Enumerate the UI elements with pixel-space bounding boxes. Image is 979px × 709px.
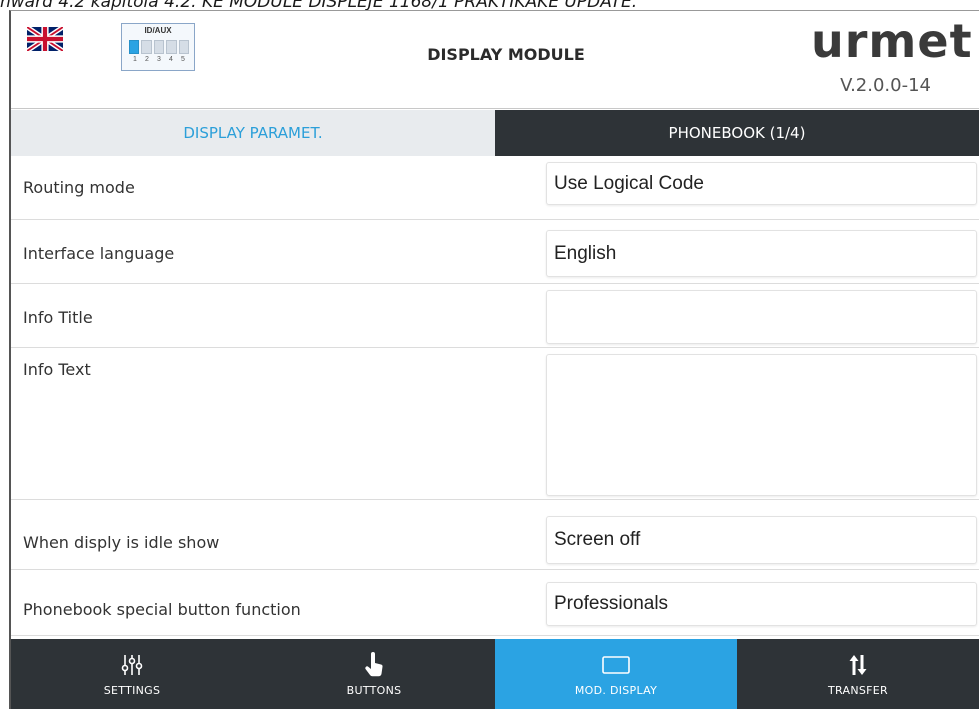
param-label: Interface language [23, 244, 175, 263]
dip-switch-bank [129, 40, 190, 54]
idle-show-select[interactable]: Screen off [546, 516, 977, 564]
dip-number: 5 [181, 56, 185, 63]
param-label: Phonebook special button function [23, 600, 301, 619]
header: ID/AUX 1 2 3 4 5 DISPLAY MODULE urmet V.… [11, 11, 979, 109]
nav-label: SETTINGS [103, 684, 161, 697]
param-row-info-title: Info Title [11, 284, 979, 348]
device-screen: ID/AUX 1 2 3 4 5 DISPLAY MODULE urmet V.… [9, 10, 979, 709]
dip-switch-3 [153, 40, 165, 54]
nav-label: MOD. DISPLAY [574, 684, 658, 697]
display-icon [602, 652, 630, 678]
routing-mode-select[interactable]: Use Logical Code [546, 162, 977, 205]
version-label: V.2.0.0-14 [840, 75, 931, 96]
dip-switch-widget[interactable]: ID/AUX 1 2 3 4 5 [121, 23, 195, 71]
brand-logo: urmet [811, 14, 973, 68]
hand-pointer-icon [360, 652, 388, 678]
param-row-interface-language: Interface language English [11, 220, 979, 284]
parameter-list: Routing mode Use Logical Code Interface … [11, 156, 979, 639]
bottom-navigation: SETTINGS BUTTONS MOD. DISPLAY TRANSFER [11, 639, 979, 709]
tab-phonebook[interactable]: PHONEBOOK (1/4) [495, 110, 979, 156]
sliders-icon [118, 652, 146, 678]
dip-number: 4 [169, 56, 173, 63]
info-text-textarea[interactable] [546, 354, 977, 496]
uk-flag-icon[interactable] [27, 27, 63, 51]
dip-switch-1 [129, 40, 140, 54]
transfer-arrows-icon [844, 652, 872, 678]
param-row-idle-show: When disply is idle show Screen off [11, 500, 979, 570]
dip-number: 2 [145, 56, 149, 63]
dip-switch-numbers: 1 2 3 4 5 [129, 56, 189, 63]
tab-display-parameters[interactable]: DISPLAY PARAMET. [11, 110, 495, 156]
param-label: Info Title [23, 308, 93, 327]
nav-label: TRANSFER [828, 684, 888, 697]
dip-number: 3 [157, 56, 161, 63]
dip-switch-label: ID/AUX [144, 26, 172, 35]
param-label: Routing mode [23, 178, 135, 197]
param-label: When disply is idle show [23, 533, 220, 552]
nav-label: BUTTONS [346, 684, 402, 697]
tab-bar: DISPLAY PARAMET. PHONEBOOK (1/4) [11, 110, 979, 156]
nav-transfer[interactable]: TRANSFER [737, 639, 979, 709]
dip-switch-4 [166, 40, 177, 54]
dip-number: 1 [133, 56, 137, 63]
nav-settings[interactable]: SETTINGS [11, 639, 253, 709]
param-label: Info Text [23, 360, 91, 379]
dip-switch-5 [178, 40, 190, 54]
info-title-input[interactable] [546, 290, 977, 344]
nav-buttons[interactable]: BUTTONS [253, 639, 495, 709]
dip-switch-2 [141, 40, 152, 54]
interface-language-select[interactable]: English [546, 230, 977, 277]
phonebook-button-function-select[interactable]: Professionals [546, 582, 977, 626]
nav-mod-display[interactable]: MOD. DISPLAY [495, 639, 737, 709]
param-row-info-text: Info Text [11, 348, 979, 500]
param-row-routing-mode: Routing mode Use Logical Code [11, 156, 979, 220]
param-row-phonebook-button: Phonebook special button function Profes… [11, 570, 979, 636]
page-title: DISPLAY MODULE [427, 45, 585, 64]
